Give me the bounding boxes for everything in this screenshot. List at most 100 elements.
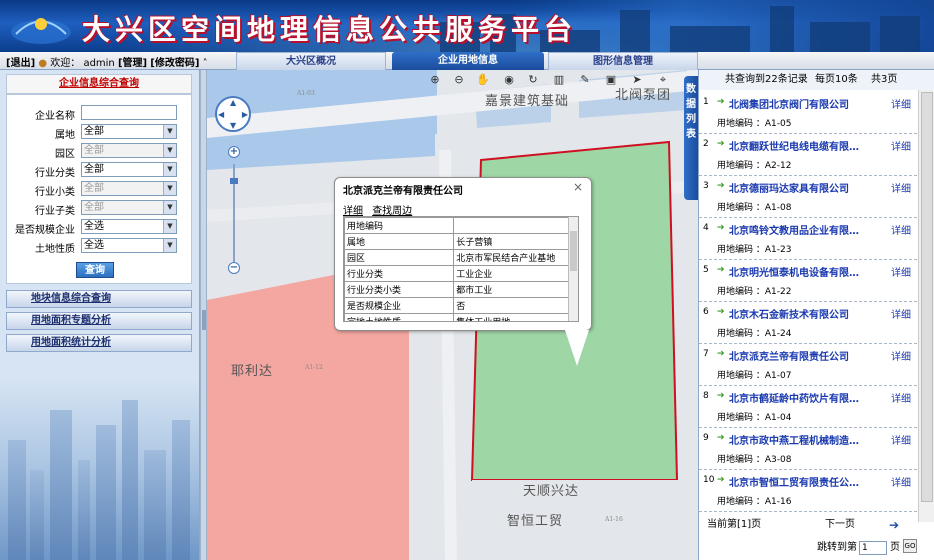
land-code: 用地编码 ：A1-24 (717, 329, 792, 339)
detail-link[interactable]: 详细 (891, 138, 911, 153)
go-button[interactable]: GO (903, 539, 917, 553)
image-icon[interactable]: ▣ (603, 72, 619, 88)
jump-page-input[interactable]: 1 (859, 541, 887, 555)
arrow-up-icon[interactable]: ▲ (230, 98, 236, 107)
field-row-industry: 行业分类 全部 ▼ (7, 162, 193, 180)
company-name-link[interactable]: 北京翻跃世纪电线电缆有限… (729, 138, 879, 153)
industry-select[interactable]: 全部 ▼ (81, 162, 177, 177)
detail-link[interactable]: 详细 (891, 264, 911, 279)
enterprise-query-header[interactable]: 企业信息综合查询 (6, 74, 192, 94)
field-label: 园区 (55, 149, 75, 160)
company-name-link[interactable]: 北京市政中燕工程机械制造… (729, 432, 879, 447)
land-code: 用地编码 ：A1-07 (717, 371, 792, 381)
splitter-grip-icon[interactable] (202, 310, 206, 330)
detail-link[interactable]: 详细 (891, 222, 911, 237)
arrow-right-icon[interactable]: ➔ (889, 514, 899, 536)
detail-link[interactable]: 详细 (891, 348, 911, 363)
popup-scrollbar[interactable] (568, 217, 578, 321)
scale-enterprise-select[interactable]: 全选 ▼ (81, 219, 177, 234)
zoom-slider-minus[interactable]: − (228, 262, 240, 274)
next-page-link[interactable]: 下一页 (825, 514, 855, 536)
list-item[interactable]: 7 ➔ 北京派克兰帝有限责任公司 详细 用地编码 ：A1-07 (699, 344, 917, 386)
arrow-right-icon: ➔ (717, 349, 725, 359)
per-page: 每页10条 (815, 74, 858, 85)
land-area-topic-section[interactable]: 用地面积专题分析 (6, 312, 192, 330)
detail-link[interactable]: 详细 (891, 96, 911, 111)
zoom-out-icon[interactable]: ⊖ (451, 72, 467, 88)
left-query-panel: 企业信息综合查询 企业名称 属地 全部 ▼ 园区 全部 ▼ 行业分类 全部 ▼ 行业小… (0, 70, 200, 560)
map-label: 耶利达 (231, 364, 274, 379)
industry-minor-select[interactable]: 全部 ▼ (81, 181, 177, 196)
district-select[interactable]: 全部 ▼ (81, 124, 177, 139)
list-item[interactable]: 9 ➔ 北京市政中燕工程机械制造… 详细 用地编码 ：A3-08 (699, 428, 917, 470)
list-item[interactable]: 5 ➔ 北京明光恒泰机电设备有限… 详细 用地编码 ：A1-22 (699, 260, 917, 302)
company-name-link[interactable]: 北京派克兰帝有限责任公司 (729, 348, 879, 363)
land-code: 用地编码 ：A1-04 (717, 413, 792, 423)
detail-link[interactable]: 详细 (891, 432, 911, 447)
table-row: 用地编码 (344, 217, 570, 234)
detail-link[interactable]: 详细 (891, 180, 911, 195)
detail-link[interactable]: 详细 (891, 474, 911, 489)
list-item[interactable]: 1 ➔ 北阀集团北京阀门有限公司 详细 用地编码 ：A1-05 (699, 92, 917, 134)
item-number: 2 (703, 139, 709, 149)
data-list-tab[interactable]: 数据列表 (684, 76, 698, 200)
globe-icon[interactable]: ◉ (501, 72, 517, 88)
list-item[interactable]: 4 ➔ 北京鸣铃文教用品企业有限… 详细 用地编码 ：A1-23 (699, 218, 917, 260)
company-name-link[interactable]: 北京市智恒工贸有限责任公… (729, 474, 879, 489)
dropdown-arrow-icon: ▼ (163, 144, 176, 157)
arrow-down-icon[interactable]: ▼ (230, 121, 236, 130)
pointer-icon[interactable]: ➤ (629, 72, 645, 88)
caret-up-icon[interactable]: ˄ (203, 58, 208, 69)
pan-hand-icon[interactable]: ✋ (475, 72, 491, 88)
field-label: 行业分类 (35, 168, 75, 179)
detail-link[interactable]: 详细 (891, 390, 911, 405)
enterprise-name-input[interactable] (81, 105, 177, 120)
page-suffix: 页 (890, 542, 900, 553)
result-scrollbar[interactable] (918, 90, 934, 522)
industry-sub-select[interactable]: 全部 ▼ (81, 200, 177, 215)
company-name-link[interactable]: 北京木石金新技术有限公司 (729, 306, 879, 321)
list-item[interactable]: 3 ➔ 北京德丽玛达家具有限公司 详细 用地编码 ：A1-08 (699, 176, 917, 218)
company-name-link[interactable]: 北京鸣铃文教用品企业有限… (729, 222, 879, 237)
map-code-label: A1-16 (605, 516, 623, 523)
land-type-select[interactable]: 全选 ▼ (81, 238, 177, 253)
list-item[interactable]: 2 ➔ 北京翻跃世纪电线电缆有限… 详细 用地编码 ：A2-12 (699, 134, 917, 176)
list-item[interactable]: 8 ➔ 北京市鹤延龄中药饮片有限… 详细 用地编码 ：A1-04 (699, 386, 917, 428)
tab-graphic-management[interactable]: 图形信息管理 (548, 52, 698, 70)
popup-pointer (565, 330, 589, 366)
change-password-link[interactable]: [修改密码] (150, 58, 199, 69)
close-icon[interactable]: × (573, 180, 583, 194)
list-item[interactable]: 10 ➔ 北京市智恒工贸有限责任公… 详细 用地编码 ：A1-16 (699, 470, 917, 512)
zoom-slider-knob[interactable] (230, 178, 238, 184)
company-name-link[interactable]: 北京明光恒泰机电设备有限… (729, 264, 879, 279)
detail-link[interactable]: 详细 (891, 306, 911, 321)
zoom-slider-plus[interactable]: + (228, 146, 240, 158)
park-select[interactable]: 全部 ▼ (81, 143, 177, 158)
panel-splitter[interactable] (200, 70, 207, 560)
select-icon[interactable]: ⌖ (655, 72, 671, 88)
company-name-link[interactable]: 北京德丽玛达家具有限公司 (729, 180, 879, 195)
arrow-right-icon: ➔ (717, 475, 725, 485)
pan-control[interactable]: ▲ ▼ ◀ ▶ (215, 96, 251, 132)
company-name-link[interactable]: 北京市鹤延龄中药饮片有限… (729, 390, 879, 405)
book-icon[interactable]: ▥ (551, 72, 567, 88)
arrow-right-icon[interactable]: ▶ (242, 110, 248, 119)
parcel-query-section[interactable]: 地块信息综合查询 (6, 290, 192, 308)
item-number: 1 (703, 97, 709, 107)
tab-overview[interactable]: 大兴区概况 (236, 52, 386, 70)
query-button[interactable]: 查询 (76, 262, 114, 278)
total-records: 共查询到22条记录 (725, 74, 808, 85)
refresh-icon[interactable]: ↻ (525, 72, 541, 88)
land-code: 用地编码 ：A1-05 (717, 119, 792, 129)
land-area-stats-section[interactable]: 用地面积统计分析 (6, 334, 192, 352)
field-row-industry-sub: 行业子类 全部 ▼ (7, 200, 193, 218)
arrow-left-icon[interactable]: ◀ (218, 110, 224, 119)
ruler-icon[interactable]: ✎ (577, 72, 593, 88)
query-form: 企业名称 属地 全部 ▼ 园区 全部 ▼ 行业分类 全部 ▼ 行业小类 全部 ▼ 行业子… (6, 94, 192, 284)
logout-link[interactable]: [退出] (6, 58, 35, 69)
company-name-link[interactable]: 北阀集团北京阀门有限公司 (729, 96, 879, 111)
land-code: 用地编码 ：A1-22 (717, 287, 792, 297)
zoom-in-icon[interactable]: ⊕ (427, 72, 443, 88)
tab-enterprise-land[interactable]: 企业用地信息 (392, 52, 544, 70)
list-item[interactable]: 6 ➔ 北京木石金新技术有限公司 详细 用地编码 ：A1-24 (699, 302, 917, 344)
